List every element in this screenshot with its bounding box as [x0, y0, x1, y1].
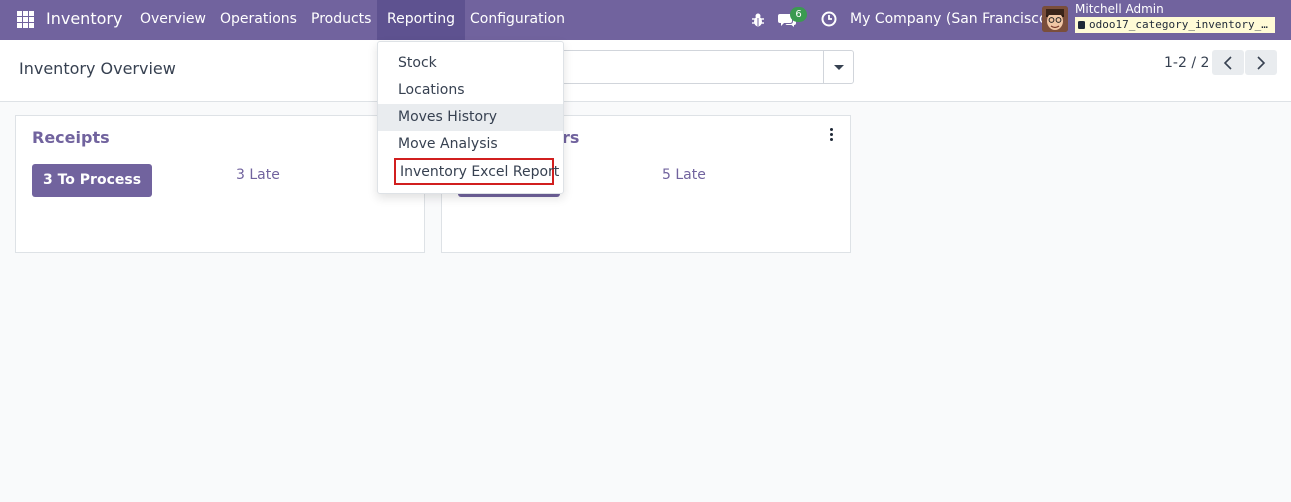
- reporting-dropdown-menu: Stock Locations Moves History Move Analy…: [377, 41, 564, 194]
- pager-value[interactable]: 1-2 / 2: [1164, 55, 1209, 71]
- database-name: odoo17_category_inventory_excel_report: [1089, 18, 1275, 31]
- page-title: Inventory Overview: [19, 59, 176, 78]
- control-panel: Inventory Overview 1-2 / 2: [0, 40, 1291, 102]
- menu-products[interactable]: Products: [301, 0, 381, 40]
- avatar-face-icon: [1042, 6, 1068, 32]
- card-title-fragment[interactable]: rs: [562, 128, 579, 147]
- late-link[interactable]: 5 Late: [662, 167, 706, 183]
- messages-count-badge: 6: [790, 7, 807, 22]
- top-navbar: Inventory Overview Operations Products R…: [0, 0, 1291, 40]
- menu-item-inventory-excel-report[interactable]: Inventory Excel Report: [394, 158, 559, 185]
- card-title[interactable]: Receipts: [32, 128, 110, 147]
- card-menu-kebab-icon[interactable]: [830, 128, 834, 142]
- activity-clock-icon[interactable]: [821, 11, 837, 27]
- to-process-button[interactable]: 3 To Process: [32, 164, 153, 197]
- menu-item-moves-history[interactable]: Moves History: [378, 104, 563, 131]
- menu-reporting[interactable]: Reporting: [377, 0, 466, 40]
- app-brand[interactable]: Inventory: [46, 9, 122, 28]
- apps-grid-icon[interactable]: [17, 11, 34, 28]
- menu-operations[interactable]: Operations: [210, 0, 307, 40]
- caret-down-icon: [834, 65, 844, 70]
- user-name[interactable]: Mitchell Admin: [1075, 2, 1164, 16]
- menu-item-stock[interactable]: Stock: [378, 50, 563, 77]
- menu-overview[interactable]: Overview: [130, 0, 216, 40]
- search-options-toggle[interactable]: [823, 51, 853, 83]
- late-link[interactable]: 3 Late: [236, 167, 280, 183]
- chevron-right-icon: [1257, 56, 1266, 70]
- database-name-badge: odoo17_category_inventory_excel_report: [1075, 17, 1275, 33]
- menu-item-move-analysis[interactable]: Move Analysis: [378, 131, 563, 158]
- kanban-card-receipts: Receipts 3 To Process 3 Late: [15, 115, 425, 253]
- company-switcher[interactable]: My Company (San Francisco): [850, 11, 1053, 27]
- menu-configuration[interactable]: Configuration: [460, 0, 575, 40]
- debug-bug-icon[interactable]: [751, 12, 765, 28]
- search-input[interactable]: [540, 50, 854, 84]
- user-avatar[interactable]: [1042, 6, 1068, 32]
- chevron-left-icon: [1223, 56, 1232, 70]
- database-icon: [1078, 21, 1085, 29]
- pager-previous-button[interactable]: [1212, 50, 1244, 75]
- pager-next-button[interactable]: [1245, 50, 1277, 75]
- menu-item-locations[interactable]: Locations: [378, 77, 563, 104]
